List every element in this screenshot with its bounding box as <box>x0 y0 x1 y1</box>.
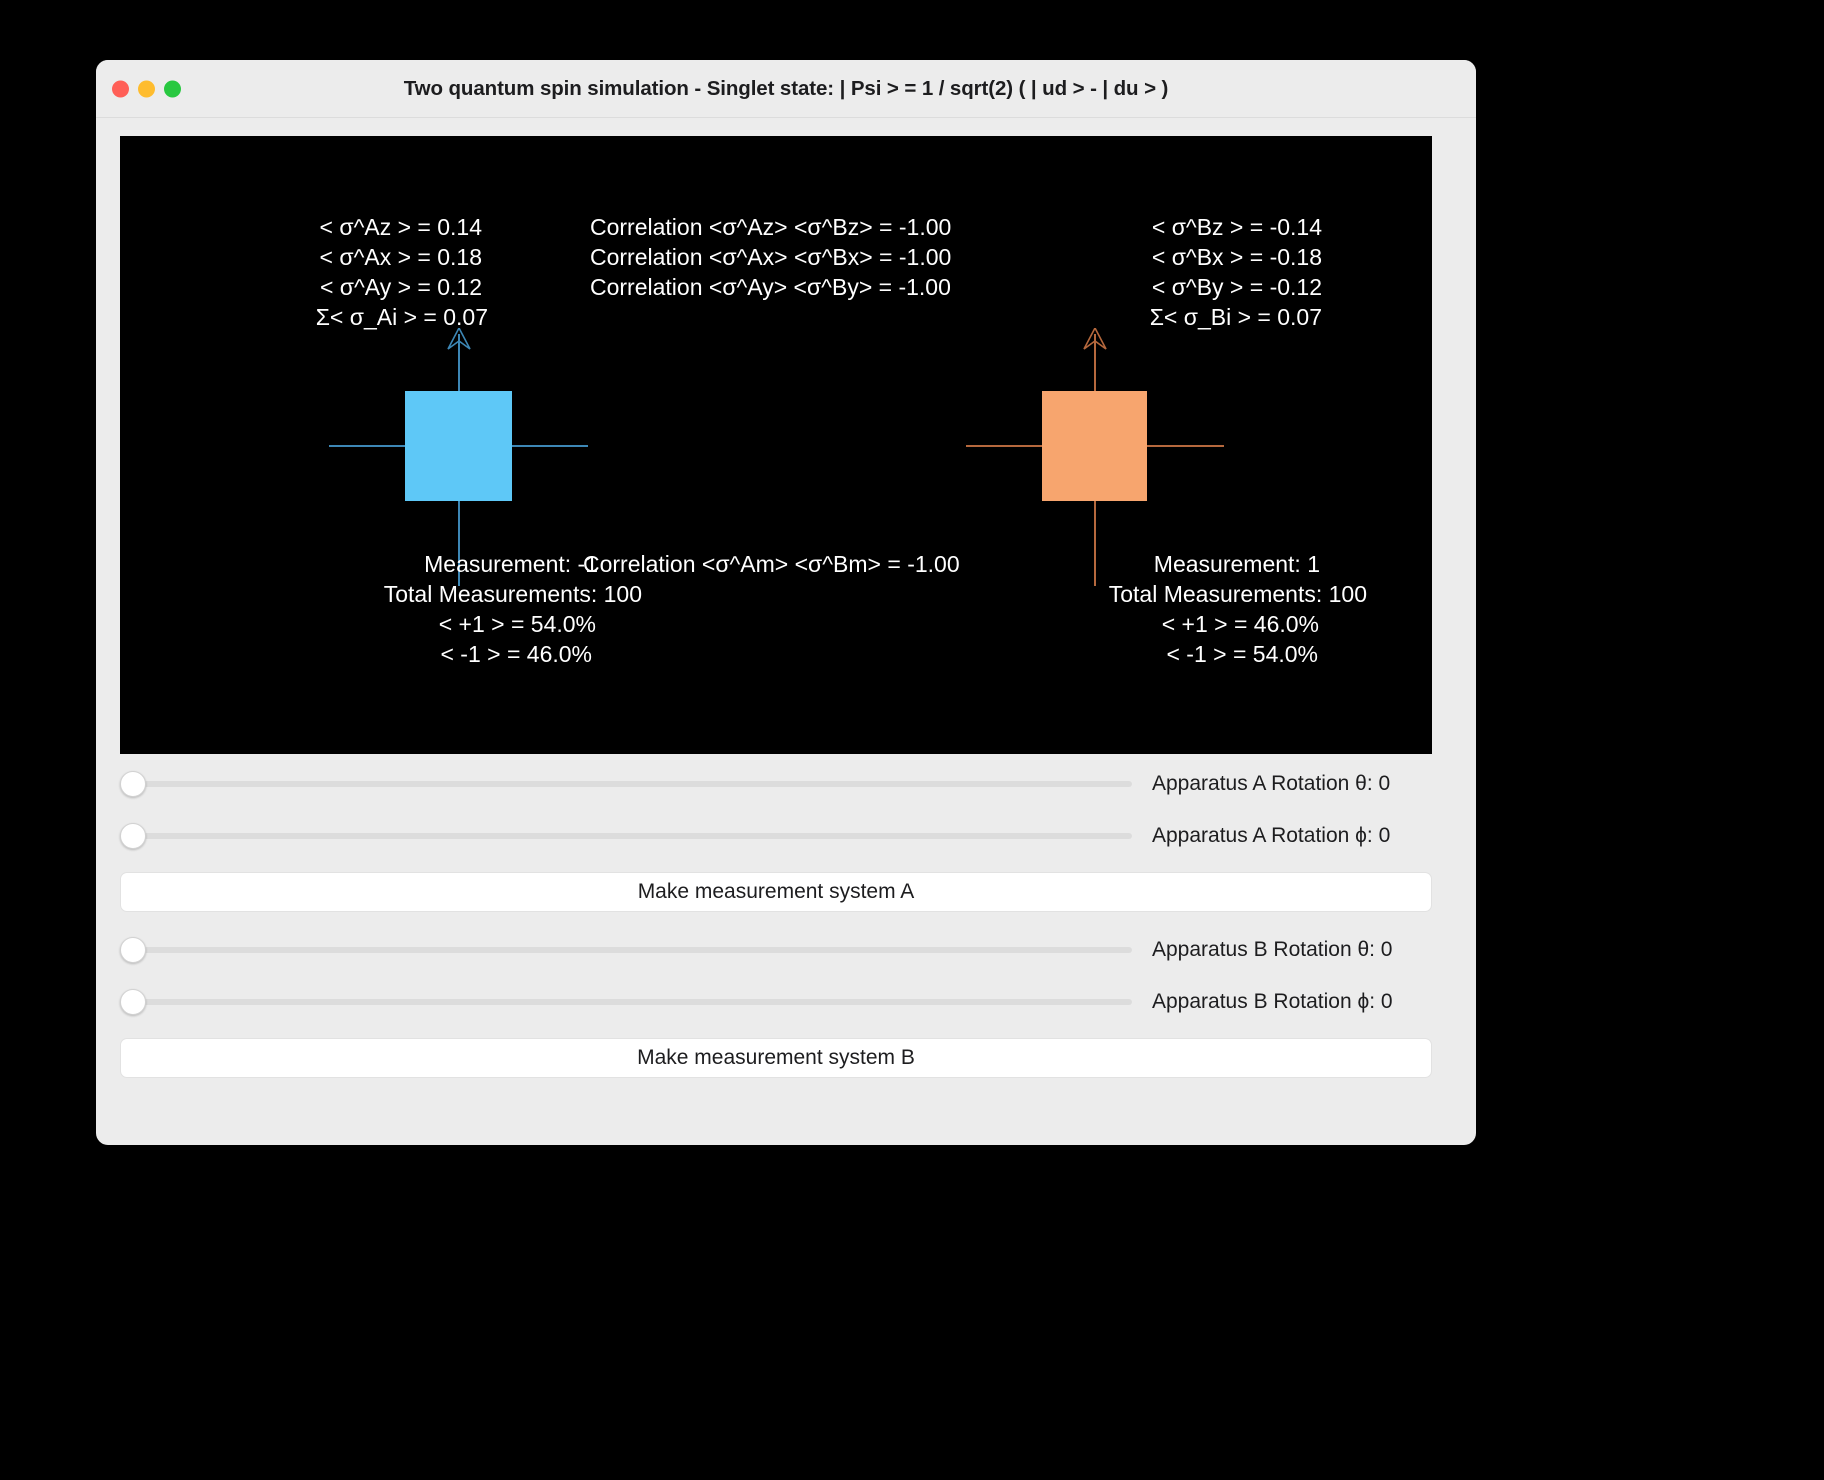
stat-a-sigma-sum: Σ< σ_Ai > = 0.07 <box>315 304 488 330</box>
slider-track <box>138 947 1132 953</box>
label-apparatus-a-theta: Apparatus A Rotation θ: 0 <box>1152 772 1391 795</box>
apparatus-a-detector <box>405 391 512 501</box>
measurement-a-total: Total Measurements: 100 <box>383 581 642 607</box>
measurement-b-minus-percent: < -1 > = 54.0% <box>1166 641 1318 667</box>
window-controls <box>112 80 181 97</box>
apparatus-a-arrowhead-icon <box>447 328 471 350</box>
stat-correlation-y: Correlation <σ^Ay> <σ^By> = -1.00 <box>590 274 951 300</box>
stat-b-sigma-sum: Σ< σ_Bi > = 0.07 <box>1149 304 1322 330</box>
slider-knob[interactable] <box>120 989 146 1015</box>
measurement-a-minus-percent: < -1 > = 46.0% <box>440 641 592 667</box>
make-measurement-system-a-button[interactable]: Make measurement system A <box>120 872 1432 912</box>
slider-row-b-theta: Apparatus B Rotation θ: 0 <box>120 928 1452 972</box>
slider-apparatus-a-phi[interactable] <box>120 823 1132 849</box>
stat-correlation-z: Correlation <σ^Az> <σ^Bz> = -1.00 <box>590 214 952 240</box>
stat-b-sigma-x: < σ^Bx > = -0.18 <box>1151 244 1322 270</box>
title-bar: Two quantum spin simulation - Singlet st… <box>96 60 1476 118</box>
minimize-button[interactable] <box>138 80 155 97</box>
stat-a-sigma-x: < σ^Ax > = 0.18 <box>319 244 482 270</box>
measurement-b-plus-percent: < +1 > = 46.0% <box>1161 611 1319 637</box>
stat-a-sigma-y: < σ^Ay > = 0.12 <box>319 274 482 300</box>
slider-track <box>138 833 1132 839</box>
apparatus-b-axis-down <box>1094 501 1096 586</box>
measurement-b-result: Measurement: 1 <box>1153 551 1320 577</box>
slider-apparatus-a-theta[interactable] <box>120 771 1132 797</box>
simulation-canvas: < σ^Az > = 0.14 < σ^Ax > = 0.18 < σ^Ay >… <box>120 136 1432 754</box>
stat-b-sigma-y: < σ^By > = -0.12 <box>1151 274 1322 300</box>
slider-apparatus-b-theta[interactable] <box>120 937 1132 963</box>
slider-knob[interactable] <box>120 937 146 963</box>
stat-b-sigma-z: < σ^Bz > = -0.14 <box>1151 214 1322 240</box>
measurement-b-total: Total Measurements: 100 <box>1108 581 1367 607</box>
slider-knob[interactable] <box>120 823 146 849</box>
slider-track <box>138 781 1132 787</box>
make-measurement-system-b-button[interactable]: Make measurement system B <box>120 1038 1432 1078</box>
stat-a-sigma-z: < σ^Az > = 0.14 <box>319 214 482 240</box>
stat-correlation-x: Correlation <σ^Ax> <σ^Bx> = -1.00 <box>590 244 952 270</box>
close-button[interactable] <box>112 80 129 97</box>
slider-row-a-theta: Apparatus A Rotation θ: 0 <box>120 762 1452 806</box>
maximize-button[interactable] <box>164 80 181 97</box>
apparatus-b-arrowhead-icon <box>1083 328 1107 350</box>
label-apparatus-b-theta: Apparatus B Rotation θ: 0 <box>1152 938 1393 961</box>
measurement-a-plus-percent: < +1 > = 54.0% <box>438 611 596 637</box>
label-apparatus-a-phi: Apparatus A Rotation ϕ: 0 <box>1152 824 1391 847</box>
window-title: Two quantum spin simulation - Singlet st… <box>403 76 1169 100</box>
slider-track <box>138 999 1132 1005</box>
apparatus-b-detector <box>1042 391 1147 501</box>
measurement-correlation: Correlation <σ^Am> <σ^Bm> = -1.00 <box>583 551 960 577</box>
slider-row-a-phi: Apparatus A Rotation ϕ: 0 <box>120 814 1452 858</box>
application-window: Two quantum spin simulation - Singlet st… <box>96 60 1476 1145</box>
label-apparatus-b-phi: Apparatus B Rotation ϕ: 0 <box>1152 990 1393 1013</box>
slider-row-b-phi: Apparatus B Rotation ϕ: 0 <box>120 980 1452 1024</box>
slider-knob[interactable] <box>120 771 146 797</box>
measurement-a-result: Measurement: -1 <box>424 551 598 577</box>
window-content: < σ^Az > = 0.14 < σ^Ax > = 0.18 < σ^Ay >… <box>96 118 1476 1098</box>
slider-apparatus-b-phi[interactable] <box>120 989 1132 1015</box>
